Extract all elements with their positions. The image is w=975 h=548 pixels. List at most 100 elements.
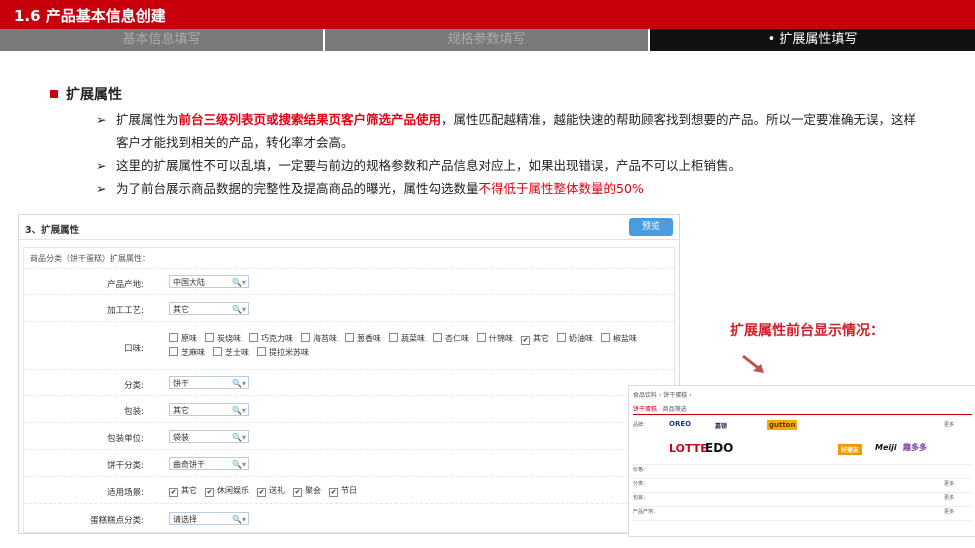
checkbox-icon bbox=[477, 333, 486, 342]
form-caption: 商品分类（饼干蛋糕）扩展属性： bbox=[30, 254, 150, 263]
checkbox-icon: ✔ bbox=[169, 488, 178, 497]
checkbox-icon bbox=[301, 333, 310, 342]
form-body: 商品分类（饼干蛋糕）扩展属性： 产品产地: 中国大陆 🔍▾ 加工工艺: 其它 🔍▾ … bbox=[23, 247, 675, 533]
more-link[interactable]: 更多 bbox=[944, 494, 954, 501]
flavor-checkbox[interactable]: 海苔味 bbox=[301, 332, 337, 345]
flavor-checkbox[interactable]: 提拉米苏味 bbox=[257, 346, 309, 359]
field-label: 饼干分类: bbox=[107, 461, 144, 471]
scene-checkbox[interactable]: ✔ 送礼 bbox=[257, 485, 285, 497]
tab-basic-info[interactable]: 基本信息填写 bbox=[0, 29, 325, 51]
flavor-checkbox[interactable]: 芝麻味 bbox=[169, 346, 205, 359]
frontend-preview: 食品饮料 › 饼干蛋糕 › 饼干蛋糕 商品筛选 品牌： OREO gutton … bbox=[628, 385, 975, 537]
checkbox-icon bbox=[257, 347, 266, 356]
package-select[interactable]: 其它 🔍▾ bbox=[169, 403, 249, 416]
flavor-checkbox[interactable]: 什锦味 bbox=[477, 332, 513, 345]
front-filter-row: 分类： 更多 bbox=[633, 480, 972, 493]
more-link[interactable]: 更多 bbox=[944, 508, 954, 515]
form-row-biscuit-type: 饼干分类: 曲奇饼干 🔍▾ bbox=[24, 449, 674, 477]
front-tab[interactable]: 饼干蛋糕 bbox=[633, 406, 657, 413]
checkbox-icon bbox=[389, 333, 398, 342]
brand-logo[interactable]: LOTTE bbox=[669, 442, 708, 455]
front-tab[interactable]: 商品筛选 bbox=[663, 406, 687, 413]
bullet-highlight: 不得低于属性整体数量的50% bbox=[478, 181, 644, 196]
scene-checkbox[interactable]: ✔ 休闲娱乐 bbox=[205, 485, 249, 497]
field-label: 蛋糕糕点分类: bbox=[90, 516, 144, 526]
flavor-checkbox[interactable]: 巧克力味 bbox=[249, 332, 293, 345]
front-filter-row: 产品产地： 更多 bbox=[633, 508, 972, 521]
package-unit-select[interactable]: 袋装 🔍▾ bbox=[169, 430, 249, 443]
scene-checkbox[interactable]: ✔ 聚会 bbox=[293, 485, 321, 497]
checkbox-label: 炭烧味 bbox=[217, 334, 241, 343]
checkbox-label: 休闲娱乐 bbox=[217, 486, 249, 495]
scene-checkbox[interactable]: ✔ 其它 bbox=[169, 485, 197, 497]
checkbox-label: 其它 bbox=[533, 334, 549, 343]
flavor-checkbox[interactable]: 奶油味 bbox=[557, 332, 593, 345]
form-row-package: 包装: 其它 🔍▾ bbox=[24, 395, 674, 423]
scene-checkbox-group: ✔ 其它 ✔ 休闲娱乐 ✔ 送礼 ✔ 聚会 ✔ 节日 bbox=[169, 485, 469, 497]
flavor-checkbox[interactable]: 芝士味 bbox=[213, 346, 249, 359]
arrow-down-right-icon bbox=[742, 354, 764, 373]
cake-type-select[interactable]: 请选择 🔍▾ bbox=[169, 512, 249, 525]
checkbox-icon bbox=[345, 333, 354, 342]
field-label: 口味: bbox=[124, 344, 144, 354]
form-title: 3、扩展属性 bbox=[25, 225, 80, 236]
brand-logo[interactable]: OREO bbox=[669, 420, 691, 428]
select-value: 曲奇饼干 bbox=[173, 460, 205, 469]
front-row-label: 产品产地： bbox=[633, 509, 659, 515]
flavor-checkbox[interactable]: 原味 bbox=[169, 332, 197, 345]
select-value: 饼干 bbox=[173, 379, 189, 388]
flavor-checkbox[interactable]: 椒盐味 bbox=[601, 332, 637, 345]
checkbox-label: 蔬菜味 bbox=[401, 334, 425, 343]
search-dropdown-icon: 🔍▾ bbox=[232, 278, 246, 287]
brand-logo[interactable]: gutton bbox=[767, 420, 798, 430]
front-row-label: 包装： bbox=[633, 495, 649, 501]
select-value: 其它 bbox=[173, 406, 189, 415]
checkbox-label: 送礼 bbox=[269, 486, 285, 495]
biscuit-type-select[interactable]: 曲奇饼干 🔍▾ bbox=[169, 457, 249, 470]
category-select[interactable]: 饼干 🔍▾ bbox=[169, 376, 249, 389]
more-link[interactable]: 更多 bbox=[944, 480, 954, 487]
checkbox-label: 芝麻味 bbox=[181, 348, 205, 357]
extended-attributes-form: 3、扩展属性 预览 商品分类（饼干蛋糕）扩展属性： 产品产地: 中国大陆 🔍▾ 加… bbox=[18, 214, 680, 534]
checkbox-icon: ✔ bbox=[205, 488, 214, 497]
bullet-text: 为了前台展示商品数据的完整性及提高商品的曝光，属性勾选数量 bbox=[116, 181, 479, 196]
field-label: 加工工艺: bbox=[107, 306, 144, 316]
select-value: 其它 bbox=[173, 305, 189, 314]
tab-extended-attributes[interactable]: • 扩展属性填写 bbox=[650, 29, 975, 51]
brand-logo[interactable]: EDO bbox=[705, 441, 733, 455]
bullet-item: ➢ 这里的扩展属性不可以乱填，一定要与前边的规格参数和产品信息对应上，如果出现错… bbox=[96, 154, 926, 177]
process-select[interactable]: 其它 🔍▾ bbox=[169, 302, 249, 315]
checkbox-label: 奶油味 bbox=[569, 334, 593, 343]
checkbox-icon bbox=[433, 333, 442, 342]
brand-logo[interactable]: 好丽友 bbox=[838, 444, 863, 455]
flavor-checkbox[interactable]: 蔬菜味 bbox=[389, 332, 425, 345]
search-dropdown-icon: 🔍▾ bbox=[232, 460, 246, 469]
search-dropdown-icon: 🔍▾ bbox=[232, 406, 246, 415]
flavor-checkbox[interactable]: 炭烧味 bbox=[205, 332, 241, 345]
bullet-item: ➢ 为了前台展示商品数据的完整性及提高商品的曝光，属性勾选数量不得低于属性整体数… bbox=[96, 177, 926, 200]
bullet-highlight: 前台三级列表页或搜索结果页客户筛选产品使用 bbox=[178, 112, 442, 127]
scene-checkbox[interactable]: ✔ 节日 bbox=[329, 485, 357, 497]
front-filter-row: 价格： bbox=[633, 466, 972, 479]
field-label: 分类: bbox=[124, 381, 144, 391]
checkbox-icon bbox=[169, 333, 178, 342]
tab-spec-params[interactable]: 规格参数填写 bbox=[325, 29, 650, 51]
field-label: 包装: bbox=[124, 407, 144, 417]
front-filter-row: 包装： 更多 bbox=[633, 494, 972, 507]
section-title: 扩展属性 bbox=[66, 87, 122, 103]
checkbox-icon bbox=[249, 333, 258, 342]
checkbox-label: 杏仁味 bbox=[445, 334, 469, 343]
brand-logo[interactable]: 嘉顿 bbox=[715, 421, 727, 430]
checkbox-label: 海苔味 bbox=[313, 334, 337, 343]
flavor-checkbox[interactable]: 葱香味 bbox=[345, 332, 381, 345]
field-label: 适用场景: bbox=[107, 488, 144, 498]
preview-button[interactable]: 预览 bbox=[629, 218, 673, 236]
brand-logo[interactable]: Meiji bbox=[875, 443, 897, 452]
brand-logo[interactable]: 趣多多 bbox=[903, 442, 927, 453]
more-link[interactable]: 更多 bbox=[944, 421, 954, 428]
checkbox-label: 其它 bbox=[181, 486, 197, 495]
flavor-checkbox[interactable]: ✔ 其它 bbox=[521, 332, 549, 345]
checkbox-label: 葱香味 bbox=[357, 334, 381, 343]
origin-select[interactable]: 中国大陆 🔍▾ bbox=[169, 275, 249, 288]
flavor-checkbox[interactable]: 杏仁味 bbox=[433, 332, 469, 345]
